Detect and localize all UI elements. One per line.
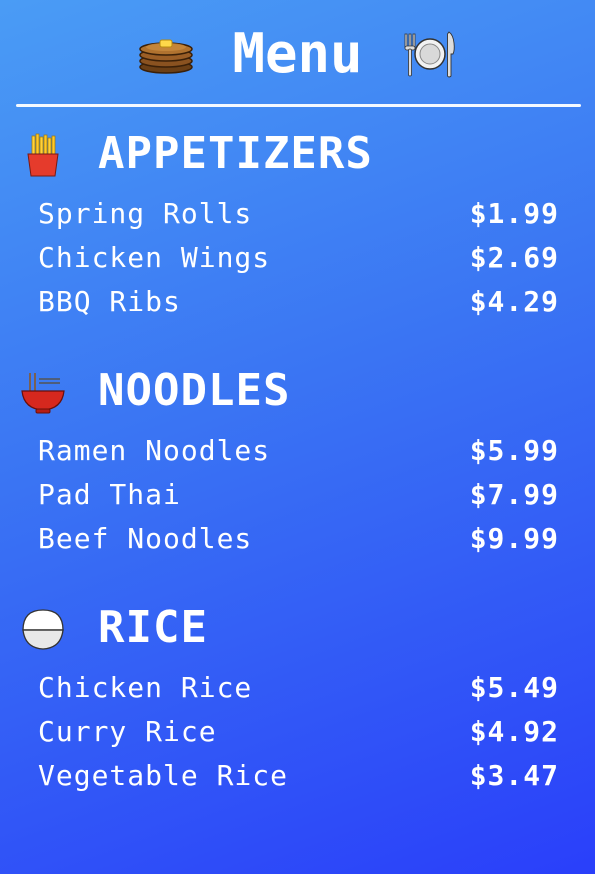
menu-item[interactable]: Pad Thai $7.99 [0, 473, 595, 517]
menu-item[interactable]: BBQ Ribs $4.29 [0, 280, 595, 324]
page-title: Menu [232, 22, 363, 85]
fries-icon [27, 133, 59, 177]
item-price: $1.99 [469, 197, 559, 230]
item-price: $4.29 [469, 285, 559, 318]
item-list: Spring Rolls $1.99 Chicken Wings $2.69 B… [0, 192, 595, 324]
item-price: $9.99 [469, 522, 559, 555]
item-name: Ramen Noodles [38, 434, 271, 467]
menu-item[interactable]: Chicken Rice $5.49 [0, 666, 595, 710]
item-price: $4.92 [469, 715, 559, 748]
item-price: $7.99 [469, 478, 559, 511]
item-name: Vegetable Rice [38, 759, 289, 792]
menu-header: Menu [0, 18, 595, 90]
menu-item[interactable]: Spring Rolls $1.99 [0, 192, 595, 236]
rice-bowl-icon [22, 609, 64, 650]
item-name: Chicken Wings [38, 241, 271, 274]
menu-item[interactable]: Ramen Noodles $5.99 [0, 429, 595, 473]
section-header: NOODLES [0, 361, 595, 421]
item-name: Curry Rice [38, 715, 217, 748]
item-name: Chicken Rice [38, 671, 253, 704]
item-price: $2.69 [469, 241, 559, 274]
menu-item[interactable]: Beef Noodles $9.99 [0, 517, 595, 561]
menu-item[interactable]: Vegetable Rice $3.47 [0, 754, 595, 798]
menu-item[interactable]: Curry Rice $4.92 [0, 710, 595, 754]
item-name: Beef Noodles [38, 522, 253, 555]
section-rice: RICE Chicken Rice $5.49 Curry Rice $4.92… [0, 598, 595, 792]
item-price: $5.49 [469, 671, 559, 704]
section-title: APPETIZERS [98, 128, 373, 179]
section-header: APPETIZERS [0, 124, 595, 184]
item-list: Ramen Noodles $5.99 Pad Thai $7.99 Beef … [0, 429, 595, 561]
header-divider [16, 104, 581, 107]
item-price: $3.47 [469, 759, 559, 792]
item-price: $5.99 [469, 434, 559, 467]
menu-item[interactable]: Chicken Wings $2.69 [0, 236, 595, 280]
pancakes-icon [139, 39, 194, 74]
item-name: Pad Thai [38, 478, 181, 511]
menu-page: { "header": { "title": "Menu", "left_ico… [0, 0, 595, 874]
section-title: RICE [98, 602, 208, 653]
noodle-bowl-icon [21, 373, 65, 414]
item-list: Chicken Rice $5.49 Curry Rice $4.92 Vege… [0, 666, 595, 798]
item-name: Spring Rolls [38, 197, 253, 230]
section-noodles: NOODLES Ramen Noodles $5.99 Pad Thai $7.… [0, 361, 595, 555]
fork-plate-knife-icon [404, 31, 455, 78]
item-name: BBQ Ribs [38, 285, 181, 318]
section-title: NOODLES [98, 365, 291, 416]
section-appetizers: APPETIZERS Spring Rolls $1.99 Chicken Wi… [0, 124, 595, 318]
section-header: RICE [0, 598, 595, 658]
